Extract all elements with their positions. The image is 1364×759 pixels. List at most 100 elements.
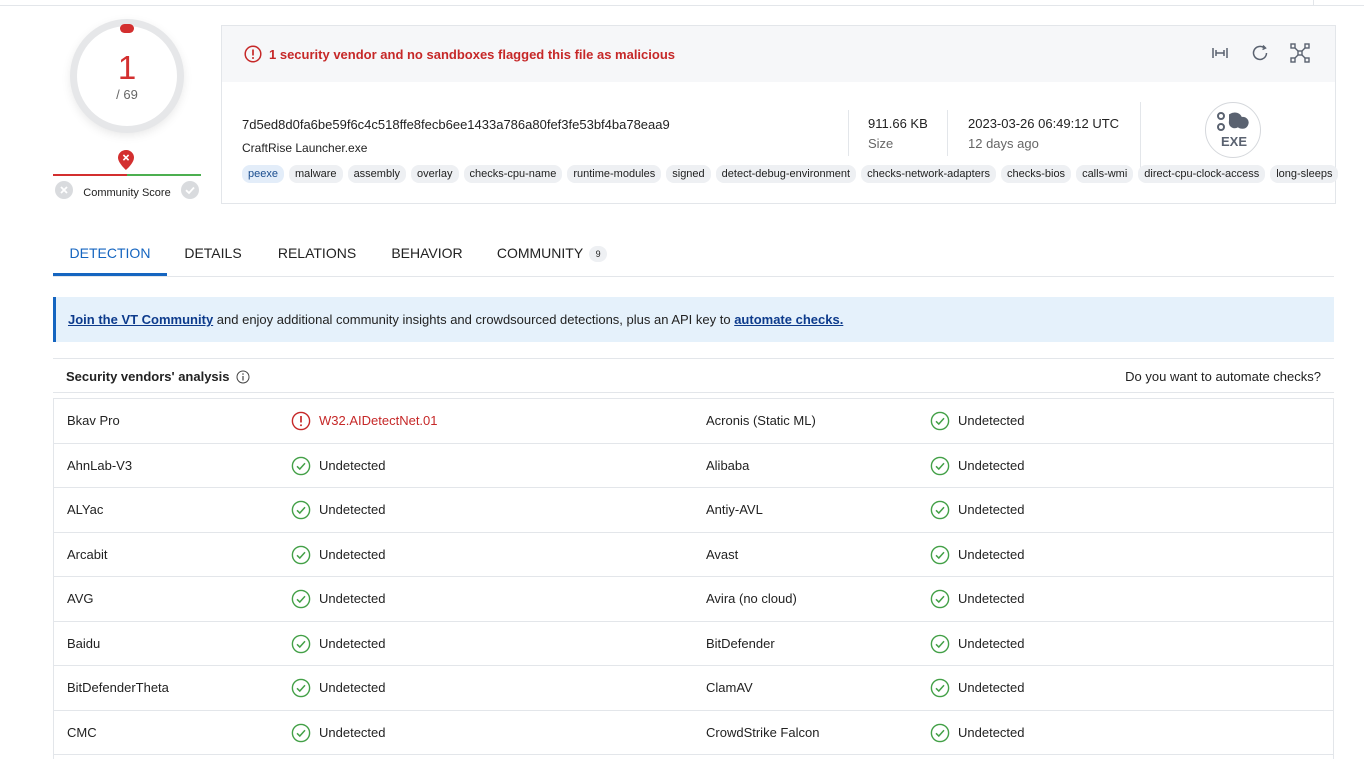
main-tabs: DETECTION DETAILS RELATIONS BEHAVIOR COMMUNI… [53, 233, 1334, 277]
vendor-result: Undetected [291, 533, 386, 577]
graph-icon[interactable] [1289, 42, 1311, 64]
file-summary-card: 1 security vendor and no sandboxes flagg… [221, 25, 1339, 204]
result-label: Undetected [319, 724, 386, 740]
join-community-link[interactable]: Join the VT Community [68, 312, 213, 327]
banner-text: and enjoy additional community insights … [213, 312, 735, 327]
result-label: Undetected [958, 591, 1025, 606]
file-name: CraftRise Launcher.exe [242, 141, 368, 155]
automate-checks-link[interactable]: automate checks. [734, 312, 843, 327]
table-row: CMC Undetected CrowdStrike Falcon Undetecte… [54, 711, 1333, 755]
result-label: Undetected [958, 502, 1025, 517]
tab-label: BEHAVIOR [391, 245, 463, 261]
vendor-name: Avira (no cloud) [706, 591, 797, 606]
alert-text: 1 security vendor and no sandboxes flagg… [269, 46, 676, 62]
tab-label: RELATIONS [277, 245, 357, 261]
result-label: Undetected [319, 635, 386, 651]
vendor-result: Undetected [291, 577, 386, 621]
tag[interactable]: peexe [242, 165, 284, 183]
tag-list: peexe malware assembly overlay checks-cpu-na… [242, 165, 1339, 183]
community-score-label: Community Score [83, 187, 171, 199]
table-row: Arcabit Undetected Avast Undetected [54, 533, 1333, 577]
undetected-check-icon [291, 634, 311, 653]
tag[interactable]: direct-cpu-clock-access [1138, 165, 1266, 183]
vendor-name: BitDefenderTheta [67, 680, 169, 695]
tag[interactable]: signed [666, 165, 711, 183]
exe-label: EXE [1220, 134, 1247, 149]
tab-details[interactable]: DETAILS [173, 233, 253, 276]
tab-relations[interactable]: RELATIONS [269, 233, 365, 276]
table-row: Bkav Pro W32.AIDetectNet.01 Acronis (Stati… [54, 399, 1333, 444]
exe-gear-icon [1217, 112, 1249, 131]
compare-icon[interactable] [1209, 42, 1231, 64]
reanalyze-icon[interactable] [1249, 42, 1271, 64]
tag[interactable]: long-sleeps [1270, 165, 1339, 183]
vendor-result: Undetected [291, 488, 386, 532]
analysis-title: Security vendors' analysis [66, 369, 230, 384]
undetected-check-icon [291, 545, 311, 564]
table-row: BitDefenderTheta Undetected ClamAV Undetect… [54, 666, 1333, 711]
top-bar-edge [0, 0, 1364, 6]
vendor-name: Acronis (Static ML) [706, 413, 816, 428]
tag[interactable]: checks-network-adapters [861, 165, 996, 183]
file-date-value: 2023-03-26 06:49:12 UTC [968, 116, 1120, 131]
summary-header: 1 security vendor and no sandboxes flagg… [222, 26, 1335, 82]
table-row: AVG Undetected Avira (no cloud) Undetected [54, 577, 1333, 622]
vendor-results-table: Bkav Pro W32.AIDetectNet.01 Acronis (Stati… [53, 398, 1334, 759]
undetected-check-icon [930, 723, 950, 742]
result-label: Undetected [319, 457, 386, 473]
vendor-name: Antiy-AVL [706, 502, 763, 517]
tag[interactable]: checks-cpu-name [463, 165, 563, 183]
vote-harmless-icon[interactable] [181, 181, 199, 199]
tag[interactable]: detect-debug-environment [715, 165, 857, 183]
tab-label: DETECTION [69, 245, 151, 261]
tag[interactable]: assembly [347, 165, 407, 183]
undetected-check-icon [291, 456, 311, 475]
community-pin-icon [118, 150, 134, 170]
tab-count-badge: 9 [589, 246, 608, 262]
tab-label: COMMUNITY [496, 245, 584, 261]
file-hash[interactable]: 7d5ed8d0fa6be59f6c4c518ffe8fecb6ee1433a7… [242, 117, 670, 132]
tab-detection[interactable]: DETECTION [53, 233, 167, 276]
result-label: Undetected [319, 680, 386, 695]
vendor-name: AhnLab-V3 [67, 457, 133, 473]
alert-icon [244, 45, 262, 63]
file-type-badge: EXE [1205, 102, 1261, 158]
result-label: Undetected [958, 457, 1025, 473]
vendor-result: Undetected [930, 444, 1025, 488]
community-score: Community Score [53, 150, 201, 202]
undetected-check-icon [291, 500, 311, 520]
tag[interactable]: runtime-modules [567, 165, 662, 183]
tag[interactable]: checks-bios [1000, 165, 1072, 183]
vendor-name: ALYac [67, 502, 104, 517]
file-size-label: Size [868, 136, 894, 151]
vendor-result: Undetected [291, 666, 386, 710]
tab-community[interactable]: COMMUNITY 9 [489, 233, 615, 276]
undetected-check-icon [291, 589, 311, 609]
tag[interactable]: calls-wmi [1076, 165, 1134, 183]
vendor-name: Arcabit [67, 546, 108, 562]
undetected-check-icon [930, 456, 950, 475]
vendor-name: BitDefender [706, 635, 775, 651]
vendor-result: Undetected [291, 711, 386, 755]
file-date: 2023-03-26 06:49:12 UTC 12 days ago [968, 116, 1119, 151]
gauge-indicator [120, 24, 134, 33]
vendor-result: Undetected [291, 622, 386, 666]
undetected-check-icon [930, 500, 950, 520]
vendor-name: CMC [67, 724, 97, 740]
tab-behavior[interactable]: BEHAVIOR [383, 233, 471, 276]
info-icon[interactable] [236, 370, 250, 384]
result-label: Undetected [958, 546, 1025, 562]
vendor-name: Baidu [67, 635, 101, 651]
undetected-check-icon [291, 723, 311, 742]
result-label: Undetected [958, 635, 1025, 651]
result-label: Undetected [319, 502, 386, 517]
automate-checks-prompt[interactable]: Do you want to automate checks? [1125, 369, 1321, 384]
detection-count: 1 [117, 49, 137, 86]
tag[interactable]: malware [288, 165, 343, 183]
vendor-name: ClamAV [706, 680, 753, 695]
vendor-name: AVG [67, 591, 94, 606]
malicious-alert-icon [291, 411, 311, 431]
vendor-name: Bkav Pro [67, 413, 120, 428]
file-size-value: 911.66 KB [868, 116, 928, 131]
tag[interactable]: overlay [411, 165, 459, 183]
